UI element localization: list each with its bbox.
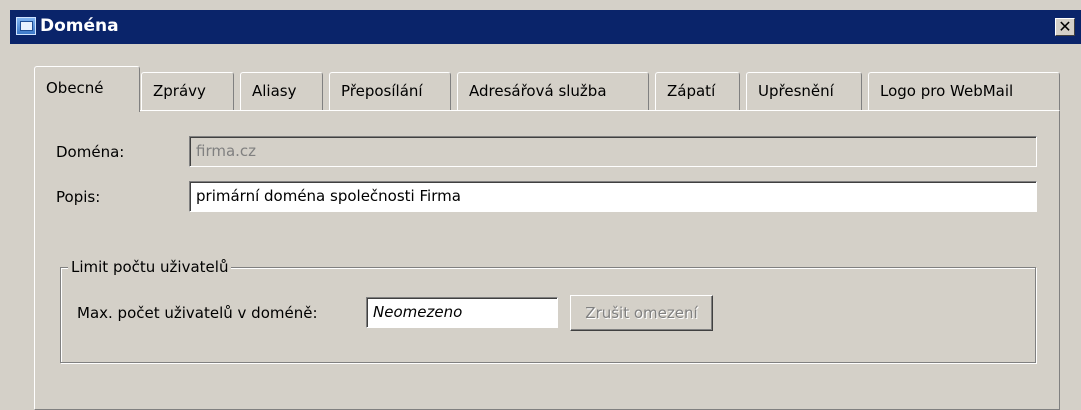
title-bar: Doména ✕	[10, 10, 1081, 44]
max-users-label: Max. počet uživatelů v doméně:	[77, 304, 318, 322]
tab-obecne[interactable]: Obecné	[34, 66, 140, 112]
description-field[interactable]: primární doména společnosti Firma	[189, 181, 1037, 212]
tab-aliasy[interactable]: Aliasy	[240, 72, 323, 110]
tab-zapati[interactable]: Zápatí	[655, 72, 740, 110]
remove-limit-button: Zrušit omezení	[570, 295, 713, 331]
tab-adresarova-sluzba[interactable]: Adresářová služba	[457, 72, 649, 110]
tab-preposilani[interactable]: Přeposílání	[329, 72, 451, 110]
domain-field: firma.cz	[189, 136, 1037, 167]
description-label: Popis:	[56, 188, 101, 206]
tab-zpravy[interactable]: Zprávy	[141, 72, 234, 110]
user-limit-group-title: Limit počtu uživatelů	[68, 258, 232, 276]
tab-logo-webmail[interactable]: Logo pro WebMail	[868, 72, 1060, 110]
domain-label: Doména:	[56, 143, 125, 161]
close-button[interactable]: ✕	[1055, 18, 1075, 36]
domain-window-icon	[16, 17, 36, 35]
window-title: Doména	[40, 16, 119, 36]
tab-upresneni[interactable]: Upřesnění	[746, 72, 862, 110]
max-users-field[interactable]: Neomezeno	[366, 297, 558, 328]
